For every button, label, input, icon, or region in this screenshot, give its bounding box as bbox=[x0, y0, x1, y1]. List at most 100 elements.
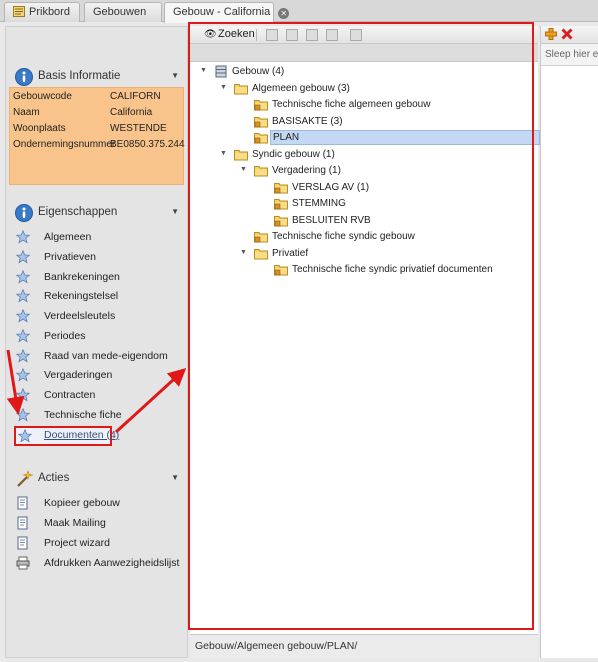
star-icon bbox=[15, 269, 31, 284]
toolbar-button-5[interactable] bbox=[350, 29, 362, 41]
action-project-wizard[interactable]: Project wizard bbox=[16, 535, 186, 553]
wizard-icon bbox=[16, 536, 30, 550]
action-label: Kopieer gebouw bbox=[44, 497, 120, 509]
nav-item-label: Algemeen bbox=[44, 231, 92, 243]
tree-header bbox=[190, 44, 538, 62]
nav-item-label: Raad van mede-eigendom bbox=[44, 349, 168, 362]
nav-item-label: Bankrekeningen bbox=[44, 270, 120, 283]
copy-icon bbox=[16, 496, 30, 510]
star-icon bbox=[15, 229, 31, 244]
nav-item-vergaderingen[interactable]: Vergaderingen bbox=[15, 367, 176, 385]
folder-icon bbox=[234, 148, 248, 161]
tab-label: Gebouw - California bbox=[173, 6, 271, 18]
basis-informatie-header[interactable]: Basis Informatie ▼ bbox=[6, 65, 187, 87]
collapse-icon[interactable]: ▼ bbox=[171, 207, 179, 216]
tree-node[interactable]: BASISAKTE (3) bbox=[240, 114, 530, 130]
action-kopieer-gebouw[interactable]: Kopieer gebouw bbox=[16, 495, 186, 513]
expand-toggle-icon[interactable]: ▼ bbox=[200, 67, 210, 74]
tab-label: Prikbord bbox=[29, 6, 70, 18]
tree-node[interactable]: VERSLAG AV (1) bbox=[260, 180, 530, 196]
expand-toggle-icon[interactable]: ▼ bbox=[220, 84, 230, 91]
folder-icon bbox=[234, 82, 248, 95]
star-icon bbox=[15, 407, 31, 422]
tree-node[interactable]: ▼ Syndic gebouw (1) bbox=[220, 147, 530, 163]
folder-icon bbox=[254, 164, 268, 177]
nav-item-rekeningstelsel[interactable]: Rekeningstelsel bbox=[15, 288, 176, 306]
toolbar-button-4[interactable] bbox=[326, 29, 338, 41]
tree-node-label: BASISAKTE (3) bbox=[272, 115, 343, 127]
basis-info-box: Gebouwcode CALIFORN Naam California Woonpl… bbox=[9, 87, 185, 185]
tree-node[interactable]: Technische fiche syndic gebouw bbox=[240, 229, 530, 245]
tree-node-label: Technische fiche syndic privatief docume… bbox=[292, 264, 493, 275]
add-icon[interactable] bbox=[545, 28, 557, 40]
tree-node-label: Technische fiche algemeen gebouw bbox=[272, 99, 431, 110]
nav-item-documenten-4[interactable]: Documenten (4) bbox=[14, 425, 119, 446]
nav-item-label: Contracten bbox=[44, 389, 96, 401]
nav-item-technische-fiche[interactable]: Technische fiche bbox=[15, 407, 176, 425]
path-bar: Gebouw/Algemeen gebouw/PLAN/ bbox=[190, 634, 538, 658]
toolbar-button-3[interactable] bbox=[306, 29, 318, 41]
expand-toggle-icon[interactable]: ▼ bbox=[220, 150, 230, 157]
tree-node[interactable]: ▼ Algemeen gebouw (3) bbox=[220, 81, 530, 97]
star-icon bbox=[15, 249, 31, 264]
eigenschappen-header[interactable]: Eigenschappen ▼ bbox=[6, 201, 187, 223]
tree-node-label: VERSLAG AV (1) bbox=[292, 181, 370, 193]
tree-node[interactable]: PLAN bbox=[240, 130, 540, 146]
tree-node[interactable]: ▼ Privatief bbox=[240, 246, 530, 262]
left-panel: Basis Informatie ▼ Gebouwcode CALIFORN Na… bbox=[5, 26, 188, 658]
locked-folder-icon bbox=[274, 197, 288, 210]
tab-label: Gebouwen bbox=[93, 6, 147, 18]
tree-node[interactable]: STEMMING bbox=[260, 196, 530, 212]
right-toolbar bbox=[541, 26, 598, 44]
info-icon bbox=[14, 203, 34, 223]
section-title: Eigenschappen bbox=[38, 206, 118, 218]
nav-item-bankrekeningen[interactable]: Bankrekeningen bbox=[15, 269, 176, 287]
locked-folder-icon bbox=[274, 214, 288, 227]
tree-node[interactable]: ▼ Vergadering (1) bbox=[240, 163, 530, 179]
tree-node[interactable]: BESLUITEN RVB bbox=[260, 213, 530, 229]
search-button[interactable]: 👁Zoeken bbox=[204, 28, 255, 40]
current-path: Gebouw/Algemeen gebouw/PLAN/ bbox=[195, 640, 358, 652]
nav-item-algemeen[interactable]: Algemeen bbox=[15, 229, 176, 247]
expand-toggle-icon[interactable]: ▼ bbox=[240, 166, 250, 173]
tab-prikbord[interactable]: Prikbord bbox=[4, 2, 80, 22]
star-icon bbox=[15, 387, 31, 402]
action-afdrukken-aanwezigheidslijst[interactable]: Afdrukken Aanwezigheidslijst bbox=[16, 555, 186, 573]
delete-icon[interactable] bbox=[561, 28, 573, 40]
nav-item-periodes[interactable]: Periodes bbox=[15, 328, 176, 346]
nav-item-label: Technische fiche bbox=[44, 408, 122, 421]
action-maak-mailing[interactable]: Maak Mailing bbox=[16, 515, 186, 533]
tree-node[interactable]: ▼ Gebouw (4) bbox=[200, 64, 530, 80]
nav-item-raad-van-mede-eigendom[interactable]: Raad van mede-eigendom bbox=[15, 348, 176, 366]
acties-header[interactable]: Acties ▼ bbox=[6, 467, 187, 489]
search-icon: 👁 bbox=[204, 29, 217, 40]
tab-gebouw-california[interactable]: Gebouw - California ✕ bbox=[164, 2, 290, 23]
locked-folder-icon bbox=[254, 230, 268, 243]
toolbar-button-1[interactable] bbox=[266, 29, 278, 41]
nav-item-verdeelsleutels[interactable]: Verdeelsleutels bbox=[15, 308, 176, 326]
mail-icon bbox=[16, 516, 30, 530]
toolbar-button-2[interactable] bbox=[286, 29, 298, 41]
info-row: Woonplaats WESTENDE bbox=[13, 123, 167, 134]
locked-folder-icon bbox=[274, 263, 288, 276]
nav-item-privatieven[interactable]: Privatieven bbox=[15, 249, 176, 267]
expand-toggle-icon[interactable]: ▼ bbox=[240, 249, 250, 256]
collapse-icon[interactable]: ▼ bbox=[171, 473, 179, 482]
star-icon bbox=[15, 308, 31, 323]
drop-zone[interactable] bbox=[541, 66, 598, 658]
action-label: Project wizard bbox=[44, 537, 110, 549]
nav-item-contracten[interactable]: Contracten bbox=[15, 387, 176, 405]
tree-node-label: Algemeen gebouw (3) bbox=[252, 82, 350, 94]
tab-gebouwen[interactable]: Gebouwen bbox=[84, 2, 162, 22]
collapse-icon[interactable]: ▼ bbox=[171, 71, 179, 80]
close-icon[interactable]: ✕ bbox=[278, 8, 290, 19]
tab-bar: Prikbord Gebouwen Gebouw - California ✕ bbox=[0, 0, 598, 23]
print-icon bbox=[16, 556, 30, 570]
folder-icon bbox=[254, 247, 268, 260]
document-tree-panel: 👁Zoeken ▼ Gebouw (4) ▼ Algemeen gebouw (3) T… bbox=[190, 26, 540, 658]
tree-node-label: Gebouw (4) bbox=[232, 66, 285, 77]
tree-node[interactable]: Technische fiche algemeen gebouw bbox=[240, 97, 530, 113]
star-icon bbox=[17, 428, 33, 443]
tree-node[interactable]: Technische fiche syndic privatief docume… bbox=[260, 262, 530, 278]
nav-item-label: Verdeelsleutels bbox=[44, 310, 116, 322]
